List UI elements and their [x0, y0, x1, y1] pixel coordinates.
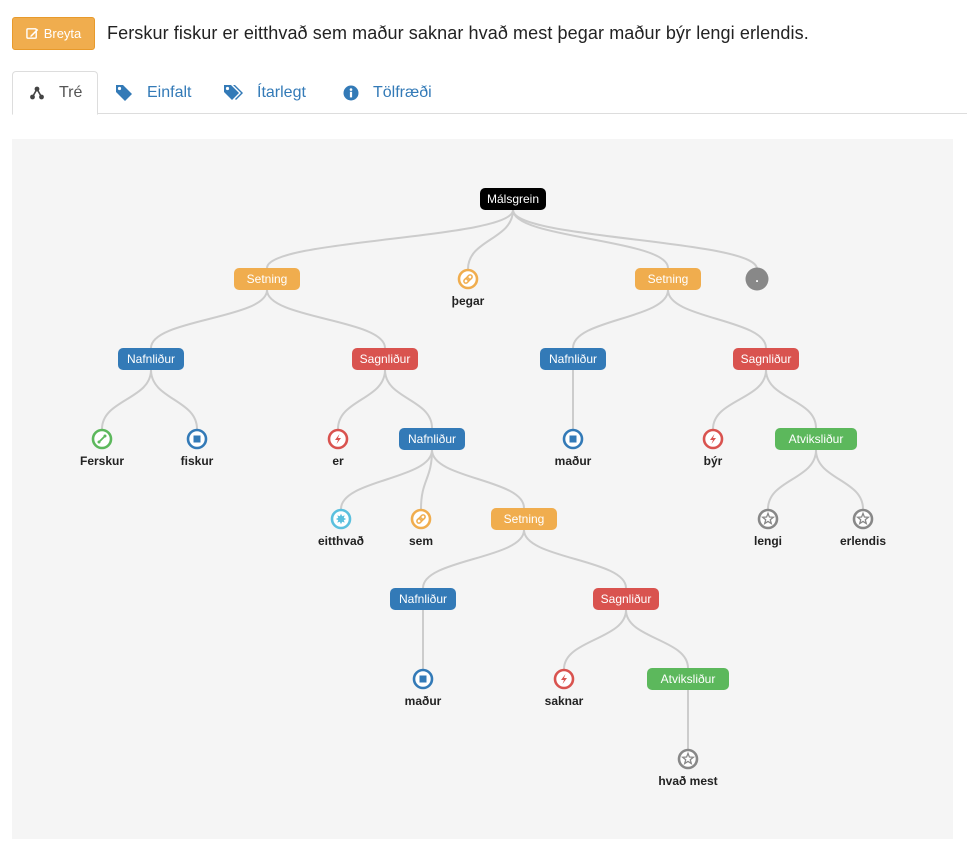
tree-leaf-word[interactable]: sem — [409, 508, 433, 548]
tab-statistics[interactable]: Tölfræði — [343, 71, 432, 115]
tree-leaf-word[interactable]: fiskur — [181, 428, 214, 468]
tree-edge — [767, 449, 817, 510]
tree-edge — [572, 289, 669, 349]
tree-leaf-word[interactable]: erlendis — [840, 508, 886, 548]
leaf-word-label: er — [332, 454, 344, 468]
edit-button[interactable]: Breyta — [12, 17, 95, 50]
tree-node-atviksliur[interactable]: Atviksliður — [647, 668, 729, 690]
tree-node-label: Nafnliður — [408, 432, 456, 446]
tree-node-label: Sagnliður — [601, 592, 652, 606]
tree-panel: Málsgrein Setning þegar Setning. Nafnliður Sa… — [12, 139, 953, 839]
tree-node-nafnliur[interactable]: Nafnliður — [390, 588, 456, 610]
tree-node-nafnliur[interactable]: Nafnliður — [540, 348, 606, 370]
tree-edge — [150, 369, 198, 430]
tree-icon — [29, 85, 45, 101]
tree-edge — [625, 609, 689, 669]
tree-node-label: Nafnliður — [127, 352, 175, 366]
tree-leaf-punctuation[interactable]: . — [745, 267, 769, 291]
tree-node-label: Málsgrein — [487, 192, 539, 206]
tree-edge — [512, 209, 758, 270]
tree-edge — [337, 369, 386, 430]
leaf-word-label: þegar — [452, 294, 485, 308]
tree-edge — [563, 609, 627, 670]
tree-edge — [765, 369, 817, 429]
tree-edge — [420, 449, 433, 510]
tree-edge — [150, 289, 268, 349]
tree-node-sagnliur[interactable]: Sagnliður — [733, 348, 799, 370]
tree-edge — [712, 369, 767, 430]
tree-node-nafnliur[interactable]: Nafnliður — [399, 428, 465, 450]
tags-icon — [223, 84, 243, 102]
tree-edge — [431, 449, 525, 509]
tree-node-label: Nafnliður — [399, 592, 447, 606]
tree-edge — [422, 529, 525, 589]
tab-statistics-label: Tölfræði — [373, 84, 432, 101]
tree-node-label: Nafnliður — [549, 352, 597, 366]
header: Breyta Ferskur fiskur er eitthvað sem ma… — [0, 0, 967, 70]
tree-leaf-word[interactable]: lengi — [754, 508, 782, 548]
punctuation-label: . — [755, 271, 758, 285]
leaf-word-label: fiskur — [181, 454, 214, 468]
tree-edge — [523, 529, 627, 589]
link-icon — [457, 268, 479, 290]
leaf-word-label: saknar — [545, 694, 584, 708]
leaf-word-label: Ferskur — [80, 454, 124, 468]
tree-edge — [266, 289, 386, 349]
info-circle-icon — [343, 85, 359, 101]
tree-node-setning[interactable]: Setning — [491, 508, 557, 530]
view-tabs: Tré Einfalt Ítarlegt Tölfræði — [12, 71, 967, 115]
tree-node-setning[interactable]: Setning — [635, 268, 701, 290]
sentence-title: Ferskur fiskur er eitthvað sem maður sak… — [107, 23, 809, 43]
tree-node-label: Sagnliður — [360, 352, 411, 366]
tree-node-setning[interactable]: Setning — [234, 268, 300, 290]
tab-simple[interactable]: Einfalt — [115, 71, 191, 115]
edit-icon — [25, 28, 38, 39]
tree-node-atviksliur[interactable]: Atviksliður — [775, 428, 857, 450]
tree-leaf-word[interactable]: eitthvað — [318, 508, 364, 548]
tab-detailed[interactable]: Ítarlegt — [223, 71, 306, 115]
tree-node-label: Setning — [648, 272, 689, 286]
leaf-word-label: sem — [409, 534, 433, 548]
tree-node-label: Atviksliður — [661, 672, 716, 686]
edit-button-label: Breyta — [43, 26, 82, 41]
tree-leaf-word[interactable]: þegar — [452, 268, 485, 308]
tab-tree[interactable]: Tré — [12, 71, 98, 115]
tree-edge — [101, 369, 152, 430]
tree-leaf-word[interactable]: saknar — [545, 668, 584, 708]
leaf-word-label: hvað mest — [658, 774, 717, 788]
tree-leaf-word[interactable]: maður — [555, 428, 592, 468]
syntax-tree: Málsgrein Setning þegar Setning . Nafnliður Sa… — [80, 188, 886, 788]
tree-node-mlsgrein[interactable]: Málsgrein — [480, 188, 546, 210]
tree-edge — [266, 209, 514, 269]
tab-simple-label: Einfalt — [147, 84, 192, 101]
leaf-word-label: býr — [704, 454, 723, 468]
tag-icon — [115, 84, 133, 102]
tree-edge — [667, 289, 767, 349]
tree-edge — [384, 369, 433, 429]
tree-edge — [815, 449, 864, 510]
tree-node-label: Setning — [247, 272, 288, 286]
tree-edge — [340, 449, 433, 510]
tree-node-sagnliur[interactable]: Sagnliður — [593, 588, 659, 610]
leaf-word-label: maður — [555, 454, 592, 468]
link-icon — [410, 508, 432, 530]
tree-node-label: Setning — [504, 512, 545, 526]
tree-leaf-word[interactable]: maður — [405, 668, 442, 708]
leaf-word-label: eitthvað — [318, 534, 364, 548]
leaf-word-label: maður — [405, 694, 442, 708]
tree-leaf-word[interactable]: hvað mest — [658, 748, 718, 788]
leaf-word-label: lengi — [754, 534, 782, 548]
tree-node-nafnliur[interactable]: Nafnliður — [118, 348, 184, 370]
tab-detailed-label: Ítarlegt — [257, 84, 306, 101]
tab-tree-label: Tré — [59, 84, 83, 101]
tree-node-sagnliur[interactable]: Sagnliður — [352, 348, 418, 370]
tree-leaf-word[interactable]: er — [327, 428, 349, 468]
tree-leaf-word[interactable]: býr — [702, 428, 724, 468]
tree-leaf-word[interactable]: Ferskur — [80, 428, 124, 468]
tree-edge — [467, 209, 514, 270]
tree-node-label: Sagnliður — [741, 352, 792, 366]
leaf-word-label: erlendis — [840, 534, 886, 548]
tree-node-label: Atviksliður — [789, 432, 844, 446]
tree-edge — [512, 209, 669, 269]
